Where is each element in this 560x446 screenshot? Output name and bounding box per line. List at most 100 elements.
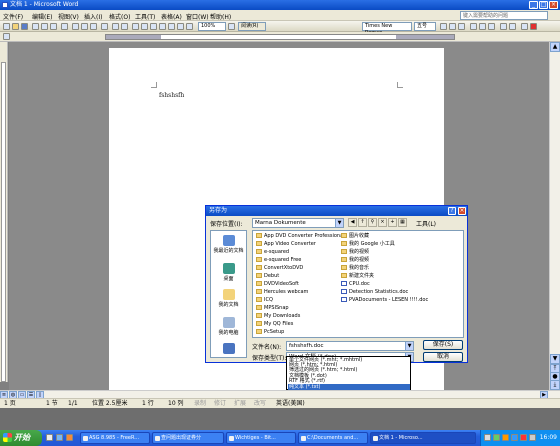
insert-table-icon[interactable] [150, 23, 157, 30]
list-item[interactable]: MPSISnap [256, 305, 289, 312]
format-painter-icon[interactable] [101, 23, 108, 30]
tray-icon[interactable] [502, 434, 509, 441]
menu-help[interactable]: 帮助(H) [210, 12, 231, 21]
scroll-up-arrow-icon[interactable]: ▲ [550, 42, 560, 52]
list-item[interactable]: ConvertXtoDVD [256, 265, 303, 272]
menu-format[interactable]: 格式(O) [109, 12, 130, 21]
highlight-icon[interactable] [521, 23, 528, 30]
chevron-down-icon[interactable]: ▼ [405, 342, 413, 350]
menu-tools[interactable]: 工具(T) [135, 12, 155, 21]
save-icon[interactable] [21, 23, 28, 30]
menu-table[interactable]: 表格(A) [161, 12, 182, 21]
search-icon[interactable]: ⚲ [368, 218, 377, 227]
maximize-button[interactable]: □ [539, 1, 548, 9]
menu-insert[interactable]: 插入(I) [84, 12, 102, 21]
tables-icon[interactable] [141, 23, 148, 30]
list-item[interactable]: PVADocuments - LESEN !!!!.doc [341, 297, 428, 304]
align-left-icon[interactable] [470, 23, 477, 30]
close-button[interactable]: × [549, 1, 558, 9]
show-hide-icon[interactable] [186, 23, 193, 30]
status-extend[interactable]: 扩展 [234, 400, 246, 408]
list-item[interactable]: 我的视频 [341, 257, 369, 264]
volume-icon[interactable] [529, 434, 536, 441]
list-item[interactable]: 新建文件夹 [341, 273, 374, 280]
columns-icon[interactable] [159, 23, 166, 30]
list-item[interactable]: App DVD Converter Professional [256, 233, 345, 240]
list-item[interactable]: 我的视频 [341, 249, 369, 256]
status-overtype[interactable]: 改写 [254, 400, 266, 408]
vertical-scrollbar[interactable]: ▲ ▼ ⤒ ● ⤓ [549, 42, 560, 390]
chevron-down-icon[interactable]: ▼ [335, 219, 343, 227]
paste-icon[interactable] [90, 23, 97, 30]
place-my-computer[interactable]: 我的电脑 [211, 317, 246, 336]
numbering-icon[interactable] [500, 23, 507, 30]
tray-icon[interactable] [511, 434, 518, 441]
tools-menu[interactable]: 工具(L) [416, 219, 436, 228]
place-my-documents[interactable]: 我的文档 [211, 289, 246, 308]
help-icon[interactable] [228, 23, 235, 30]
italic-icon[interactable] [449, 23, 456, 30]
font-size-select[interactable]: 五号 [414, 22, 436, 31]
views-icon[interactable]: ▦ [398, 218, 407, 227]
start-button[interactable]: 开始 [0, 430, 42, 446]
bullets-icon[interactable] [509, 23, 516, 30]
place-recent[interactable]: 我最近的文档 [211, 235, 246, 254]
minimize-button[interactable]: _ [529, 1, 538, 9]
filename-input[interactable]: fshshsfh.doc ▼ [286, 341, 414, 351]
place-desktop[interactable]: 桌面 [211, 263, 246, 282]
cut-icon[interactable] [72, 23, 79, 30]
menu-view[interactable]: 视图(V) [58, 12, 79, 21]
list-item[interactable]: Hercules webcam [256, 289, 308, 296]
list-item[interactable]: 我的音乐 [341, 265, 369, 272]
align-right-icon[interactable] [488, 23, 495, 30]
list-item[interactable]: ICQ [256, 297, 273, 304]
list-item[interactable]: Detection Statistics.doc [341, 289, 408, 296]
copy-icon[interactable] [81, 23, 88, 30]
save-in-select[interactable]: Marna Dokumente ▼ [252, 218, 344, 228]
save-button[interactable]: 保存(S) [423, 340, 463, 350]
list-item[interactable]: My Downloads [256, 313, 300, 320]
horizontal-scrollbar[interactable]: ≡ ◍ ▭ ☰ ▯ ▶ [0, 390, 560, 399]
bold-icon[interactable] [440, 23, 447, 30]
task-button[interactable]: ASG 8.985 - FreeR... [80, 432, 150, 444]
list-item[interactable]: PcSetup [256, 329, 284, 336]
align-center-icon[interactable] [479, 23, 486, 30]
zoom-select[interactable]: 100% [198, 22, 226, 31]
list-item[interactable]: e-squared Free [256, 257, 301, 264]
menu-window[interactable]: 窗口(W) [186, 12, 209, 21]
task-button[interactable]: Wichtiges - Bit... [226, 432, 296, 444]
internet-explorer-icon[interactable] [56, 434, 63, 441]
tray-icon[interactable] [484, 434, 491, 441]
font-color-icon[interactable] [530, 23, 537, 30]
hyperlink-icon[interactable] [132, 23, 139, 30]
back-icon[interactable]: ◀ [348, 218, 357, 227]
spelling-icon[interactable] [61, 23, 68, 30]
task-button[interactable]: 查问题出现证券分 [152, 432, 224, 444]
list-item[interactable]: CPU.doc [341, 281, 370, 288]
list-item[interactable]: Debut [256, 273, 279, 280]
place-network[interactable] [211, 343, 246, 355]
drawing-icon[interactable] [168, 23, 175, 30]
tray-icon[interactable] [520, 434, 527, 441]
task-button-active[interactable]: 文档 1 - Microso... [370, 432, 476, 444]
tray-icon[interactable] [493, 434, 500, 441]
task-button[interactable]: C:\Documents and... [298, 432, 368, 444]
tab-selector-icon[interactable] [3, 33, 10, 40]
list-item[interactable]: 我的 Google 小工具 [341, 241, 395, 248]
menu-file[interactable]: 文件(F) [3, 12, 23, 21]
scroll-down-arrow-icon[interactable]: ▼ [550, 354, 560, 364]
new-document-icon[interactable] [3, 23, 10, 30]
redo-icon[interactable] [121, 23, 128, 30]
permission-icon[interactable] [32, 23, 39, 30]
horizontal-ruler[interactable] [0, 32, 560, 42]
status-record[interactable]: 录制 [194, 400, 206, 408]
open-folder-icon[interactable] [12, 23, 19, 30]
new-folder-icon[interactable]: + [388, 218, 397, 227]
print-preview-icon[interactable] [50, 23, 57, 30]
cancel-button[interactable]: 取消 [423, 352, 463, 362]
list-item[interactable]: My QQ Files [256, 321, 293, 328]
undo-icon[interactable] [112, 23, 119, 30]
underline-icon[interactable] [458, 23, 465, 30]
show-desktop-icon[interactable] [46, 434, 53, 441]
read-mode-button[interactable]: 阅读(R) [238, 22, 266, 31]
